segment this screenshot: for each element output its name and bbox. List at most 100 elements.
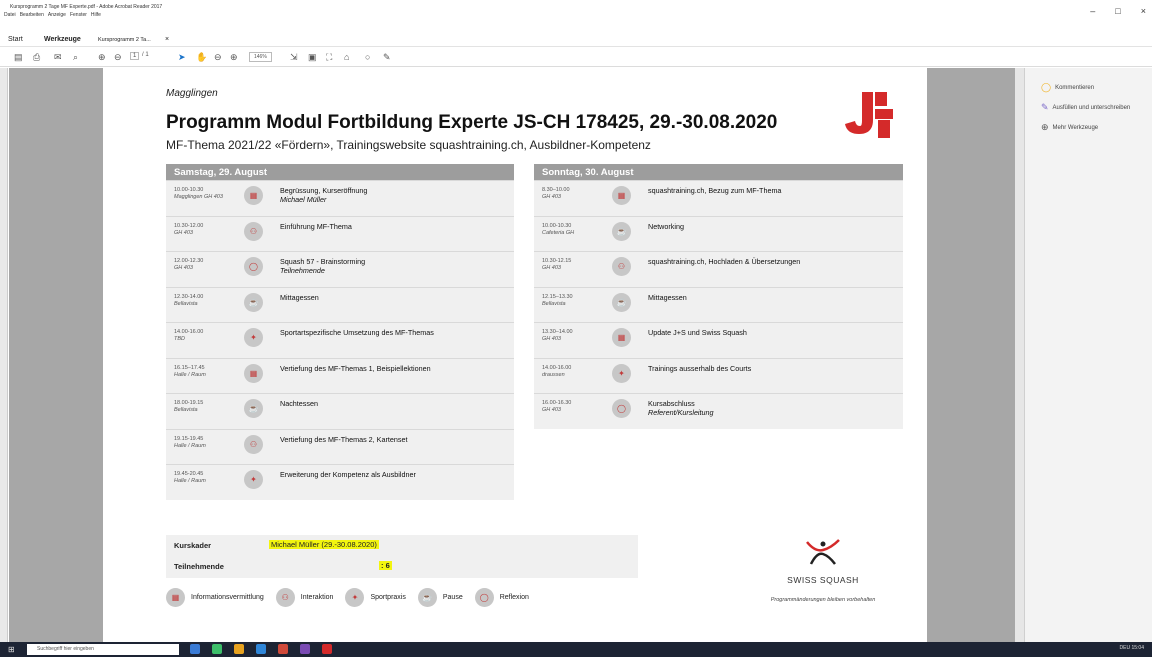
item-time: 19.45-20.45 Halle / Raum (174, 471, 244, 485)
taskbar-apps (190, 644, 332, 654)
item-title: Update J+S und Swiss Squash (648, 328, 747, 337)
sidebar-item-comment[interactable]: ◯ Kommentieren (1041, 82, 1094, 93)
tab-start[interactable]: Start (8, 36, 23, 43)
tab-werkzeuge[interactable]: Werkzeuge (44, 36, 81, 43)
document-subtitle: MF-Thema 2021/22 «Fördern», Trainingsweb… (166, 138, 651, 152)
page-up-icon[interactable]: ⊕ (98, 52, 106, 63)
mail-icon[interactable]: ✉ (54, 52, 62, 63)
item-time-range: 10.30-12.00 (174, 222, 204, 229)
item-time-range: 19.15-19.45 (174, 435, 204, 442)
select-tool-icon[interactable]: ➤ (178, 52, 186, 63)
app-icon[interactable] (278, 644, 288, 654)
menu-hilfe[interactable]: Hilfe (91, 12, 101, 18)
item-title-block: Sportartspezifische Umsetzung des MF-The… (280, 328, 510, 337)
acrobat-app-icon[interactable] (322, 644, 332, 654)
clock[interactable]: 15:04 (1131, 645, 1144, 651)
tab-bar: Start Werkzeuge Kursprogramm 2 Ta... × (0, 33, 1152, 47)
item-location: draussen (542, 371, 565, 378)
page-total: / 1 (142, 52, 149, 58)
taskbar: ⊞ Suchbegriff hier eingeben DEU 15:04 (0, 642, 1152, 657)
hand-tool-icon[interactable]: ✋ (196, 52, 207, 63)
menu-bearbeiten[interactable]: Bearbeiten (20, 12, 44, 18)
read-mode-icon[interactable]: ⌂ (344, 52, 349, 62)
app-icon[interactable] (234, 644, 244, 654)
app-icon[interactable] (256, 644, 266, 654)
schedule-item: 19.45-20.45 Halle / Raum ✦ Erweiterung der … (166, 464, 514, 500)
search-icon[interactable]: ⌕ (73, 52, 78, 63)
item-time: 19.15-19.45 Halle / Raum (174, 436, 244, 450)
sport-icon: ✦ (244, 470, 263, 489)
sign-tool-icon[interactable]: ✎ (383, 52, 391, 63)
comment-tool-icon[interactable]: ○ (365, 52, 370, 62)
schedule-item: 12.15–13.30 Bellavista ☕ Mittagessen (534, 286, 903, 323)
menu-anzeige[interactable]: Anzeige (48, 12, 66, 18)
item-time: 18.00-19.15 Bellavista (174, 400, 244, 414)
menu-fenster[interactable]: Fenster (70, 12, 87, 18)
schedule-item: 10.00-10.30 Cafeteria GH ☕ Networking (534, 215, 903, 252)
interaction-icon: ⚇ (244, 434, 263, 454)
schedule-item: 14.00-16.00 draussen ✦ Trainings ausserhalb… (534, 357, 903, 394)
item-title-block: Vertiefung des MF-Themas 1, Beispiellekt… (280, 364, 510, 373)
pdf-page: Magglingen Programm Modul Fortbildung Ex… (103, 68, 927, 642)
pause-icon: ☕ (244, 399, 263, 418)
menu-bar: Datei Bearbeiten Anzeige Fenster Hilfe (4, 12, 101, 18)
tools-pane: ◯ Kommentieren ✎ Ausfüllen und unterschr… (1024, 68, 1152, 642)
taskbar-search[interactable]: Suchbegriff hier eingeben (27, 644, 179, 655)
schedule-item: 16.00-16.30 GH 403 ◯ Kursabschluss Referent/… (534, 393, 903, 429)
minimize-button[interactable]: – (1090, 6, 1095, 16)
maximize-button[interactable]: □ (1115, 6, 1120, 16)
schedule-item: 12.30-14.00 Bellavista ☕ Mittagessen (166, 286, 514, 323)
item-location: TBD (174, 336, 185, 342)
language-indicator[interactable]: DEU (1120, 645, 1131, 651)
sidebar-item-fill-sign[interactable]: ✎ Ausfüllen und unterschreiben (1041, 102, 1130, 113)
sidebar-item-label: Kommentieren (1055, 84, 1095, 91)
item-location: Magglingen GH 403 (174, 194, 223, 200)
zoom-out-icon[interactable]: ⊖ (214, 52, 222, 63)
item-title-block: Kursabschluss Referent/Kursleitung (648, 399, 878, 417)
close-button[interactable]: × (1141, 6, 1146, 16)
left-panel-toggle[interactable] (0, 68, 8, 642)
fit-width-icon[interactable]: ⇲ (290, 52, 298, 63)
tab-close-icon[interactable]: × (165, 36, 169, 43)
item-title: Vertiefung des MF-Themas 2, Kartenset (280, 434, 408, 444)
item-location: GH 403 (542, 265, 561, 271)
plus-circle-icon: ⊕ (1041, 122, 1049, 132)
fit-page-icon[interactable]: ▣ (308, 52, 317, 63)
item-speaker: Michael Müller (280, 195, 327, 204)
app-icon[interactable] (212, 644, 222, 654)
zoom-field[interactable]: 146% (249, 52, 272, 62)
item-time-range: 10.00-10.30 (174, 187, 204, 193)
reflection-icon: ◯ (612, 399, 631, 418)
item-location: Halle / Raum (174, 371, 206, 378)
menu-datei[interactable]: Datei (4, 12, 16, 18)
tab-document[interactable]: Kursprogramm 2 Ta... (98, 37, 151, 43)
sidebar-item-more-tools[interactable]: ⊕ Mehr Werkzeuge (1041, 122, 1098, 133)
legend-label: Sportpraxis (370, 594, 406, 601)
item-title-block: Trainings ausserhalb des Courts (648, 364, 878, 373)
swiss-squash-block: SWISS SQUASH Programmänderungen bleiben … (753, 538, 893, 603)
page-down-icon[interactable]: ⊖ (114, 52, 122, 63)
windows-start-icon[interactable]: ⊞ (8, 645, 15, 654)
kurskader-label: Kurskader (174, 541, 212, 550)
page-number-field[interactable]: 1 (130, 52, 140, 60)
full-screen-icon[interactable]: ⛶ (326, 52, 332, 63)
item-time: 12.00-12.30 GH 403 (174, 258, 244, 272)
item-time: 14.00-16.00 TBD (174, 329, 244, 343)
item-speaker: Referent/Kursleitung (648, 408, 714, 417)
save-icon[interactable]: ▤ (14, 52, 23, 63)
item-title: Trainings ausserhalb des Courts (648, 363, 752, 373)
app-icon[interactable] (190, 644, 200, 654)
vertical-scrollbar[interactable] (1015, 68, 1024, 642)
item-time: 8.30–10.00 GH 403 (542, 187, 612, 201)
print-icon[interactable]: ⎙ (33, 52, 40, 63)
teilnehmende-value: : 6 (379, 561, 392, 570)
item-title: Vertiefung des MF-Themas 1, Beispiellekt… (280, 363, 431, 373)
item-title: Mittagessen (280, 292, 319, 302)
item-time-range: 12.30-14.00 (174, 293, 204, 300)
window-title: Kursprogramm 2 Tage MF Experte.pdf - Ado… (10, 4, 163, 10)
app-icon[interactable] (300, 644, 310, 654)
item-location: GH 403 (174, 265, 193, 271)
schedule-item: 10.00-10.30 Magglingen GH 403 ▦ Begrüssung,… (166, 180, 514, 216)
item-time: 10.00-10.30 Magglingen GH 403 (174, 187, 244, 201)
zoom-in-icon[interactable]: ⊕ (230, 52, 238, 63)
